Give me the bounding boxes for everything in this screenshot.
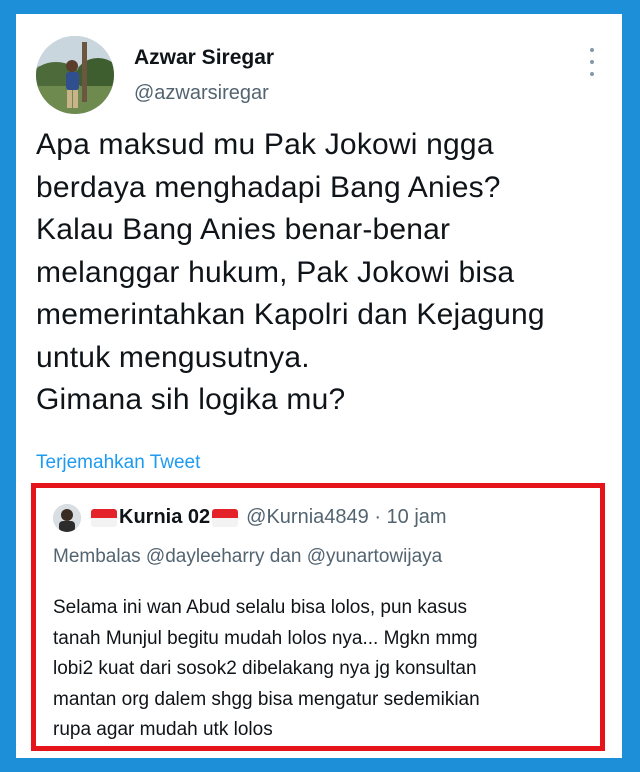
- tweet-text: Apa maksud mu Pak Jokowi ngga berdaya me…: [36, 128, 545, 416]
- indonesia-flag-icon: [212, 508, 239, 527]
- author-name[interactable]: Azwar Siregar: [134, 46, 274, 70]
- author-avatar[interactable]: [36, 36, 114, 114]
- indonesia-flag-icon: [91, 508, 117, 527]
- replying-to[interactable]: Membalas @dayleeharry dan @yunartowijaya: [53, 546, 442, 568]
- quoted-tweet[interactable]: Kurnia 02 @Kurnia4849 · 10 jam Membalas …: [31, 483, 605, 751]
- quoted-author-handle-time[interactable]: @Kurnia4849 · 10 jam: [246, 506, 446, 529]
- quoted-text: Selama ini wan Abud selalu bisa lolos, p…: [53, 597, 480, 740]
- tweet-card: Azwar Siregar @azwarsiregar Apa maksud m…: [16, 14, 622, 758]
- more-vertical-icon[interactable]: [582, 48, 602, 76]
- quoted-author-name[interactable]: Kurnia 02: [119, 506, 210, 529]
- quoted-header: Kurnia 02 @Kurnia4849 · 10 jam: [91, 506, 447, 529]
- quoted-author-avatar[interactable]: [53, 504, 81, 532]
- author-handle[interactable]: @azwarsiregar: [134, 82, 269, 105]
- translate-tweet-link[interactable]: Terjemahkan Tweet: [36, 452, 200, 474]
